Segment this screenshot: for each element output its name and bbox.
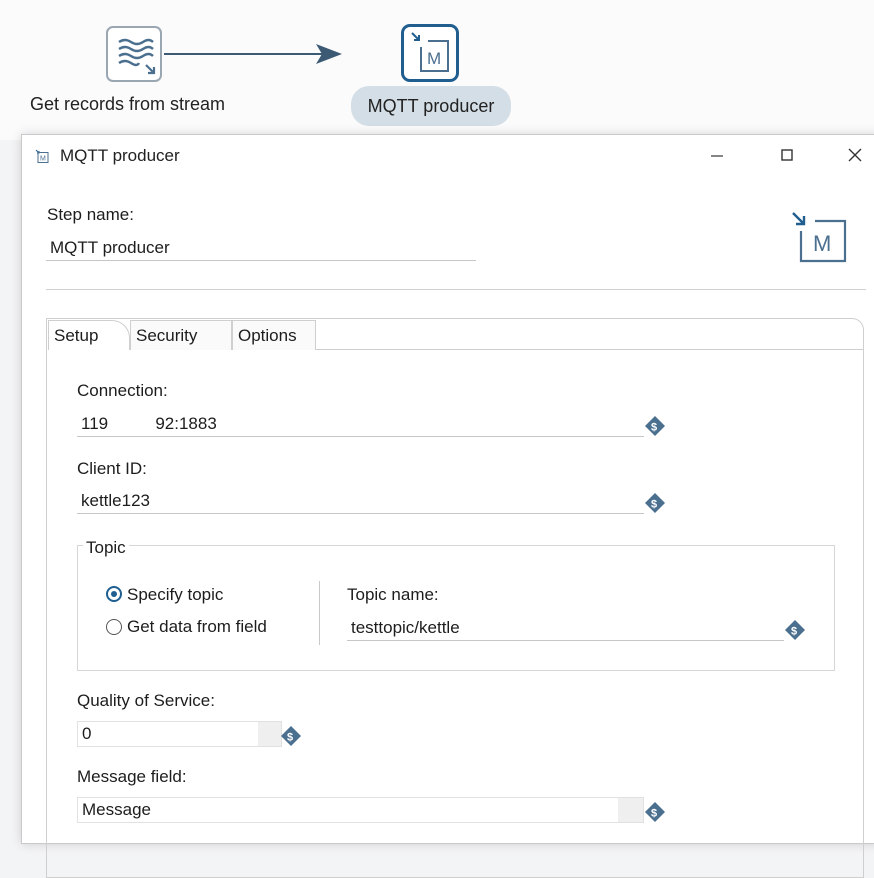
- step-label-mqtt-producer: MQTT producer: [351, 86, 511, 126]
- specify-topic-radio[interactable]: [106, 586, 122, 602]
- qos-label: Quality of Service:: [77, 691, 215, 710]
- svg-text:M: M: [40, 156, 46, 163]
- dialog-title: MQTT producer: [60, 146, 180, 165]
- step-name-label: Step name:: [47, 205, 134, 224]
- mqtt-producer-dialog: M MQTT producer Step name: M Setup Secur…: [21, 134, 874, 878]
- tab-security[interactable]: Security: [130, 320, 232, 350]
- step-name-input[interactable]: [46, 235, 476, 261]
- mqtt-step-icon-large: M: [792, 212, 847, 263]
- topic-separator: [319, 581, 320, 645]
- get-data-from-field-label[interactable]: Get data from field: [127, 617, 267, 637]
- svg-text:$: $: [651, 499, 657, 511]
- variable-icon[interactable]: $: [784, 619, 806, 641]
- svg-text:$: $: [791, 626, 797, 638]
- svg-text:$: $: [651, 808, 657, 820]
- minimize-button[interactable]: [702, 143, 732, 169]
- topic-group: [77, 545, 835, 671]
- transformation-canvas[interactable]: M Get records from stream MQTT producer: [0, 0, 874, 140]
- close-icon: [848, 148, 862, 162]
- qos-input[interactable]: [77, 721, 282, 747]
- connection-label: Connection:: [77, 381, 168, 400]
- connection-input[interactable]: [77, 411, 644, 437]
- svg-text:$: $: [287, 732, 293, 744]
- message-field-input[interactable]: [77, 797, 644, 823]
- tab-options[interactable]: Options: [232, 320, 316, 350]
- variable-icon[interactable]: $: [644, 801, 666, 823]
- tab-strip-line: [316, 349, 864, 350]
- step-label-get-records: Get records from stream: [30, 94, 226, 114]
- close-button[interactable]: [840, 143, 870, 169]
- variable-icon[interactable]: $: [644, 492, 666, 514]
- svg-text:M: M: [427, 49, 441, 68]
- mqtt-title-icon: M: [35, 149, 49, 163]
- stream-step-icon[interactable]: [106, 26, 162, 82]
- topic-name-label: Topic name:: [347, 585, 439, 604]
- message-field-label: Message field:: [77, 767, 187, 786]
- variable-icon[interactable]: $: [644, 415, 666, 437]
- dialog-titlebar[interactable]: M MQTT producer: [22, 135, 874, 179]
- svg-text:$: $: [651, 422, 657, 434]
- mqtt-step-icon[interactable]: M: [401, 24, 459, 82]
- client-id-input[interactable]: [77, 488, 644, 514]
- header-separator: [46, 289, 866, 290]
- topic-name-input[interactable]: [347, 615, 784, 641]
- specify-topic-label[interactable]: Specify topic: [127, 585, 223, 605]
- client-id-label: Client ID:: [77, 459, 147, 478]
- get-data-from-field-radio[interactable]: [106, 619, 122, 635]
- variable-icon[interactable]: $: [280, 725, 302, 747]
- maximize-button[interactable]: [772, 143, 802, 169]
- topic-group-title: Topic: [83, 538, 129, 558]
- tab-setup[interactable]: Setup: [48, 320, 130, 350]
- svg-text:M: M: [813, 231, 831, 256]
- minimize-icon: [711, 155, 723, 157]
- maximize-icon: [781, 149, 793, 161]
